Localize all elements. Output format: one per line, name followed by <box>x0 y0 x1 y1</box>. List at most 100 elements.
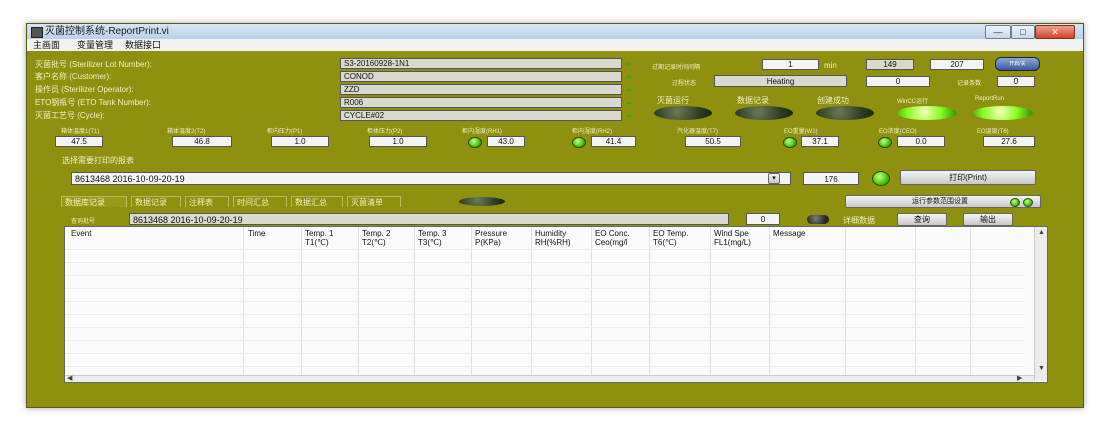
row-divider <box>65 249 1025 250</box>
minimize-icon[interactable]: — <box>985 25 1011 39</box>
field-marker <box>627 63 631 65</box>
row-divider <box>65 288 1025 289</box>
app-window: 灭菌控制系统-ReportPrint.vi — □ ✕ 主画面 变量管理 数据接… <box>26 23 1084 408</box>
maximize-icon[interactable]: □ <box>1011 25 1035 39</box>
close-icon[interactable]: ✕ <box>1035 25 1075 39</box>
tank-field[interactable]: R006 <box>340 97 622 108</box>
tab-strip: 数据库记录 数据记录 注释表 时间汇总 数据汇总 灭菌清单 <box>61 196 481 208</box>
lot-field[interactable]: S3-20160928-1N1 <box>340 58 622 69</box>
scroll-down-icon[interactable]: ▼ <box>1038 365 1045 372</box>
reading-value-t1: 47.5 <box>55 136 103 147</box>
menu-main[interactable]: 主画面 <box>33 39 60 51</box>
window-title: 灭菌控制系统-ReportPrint.vi <box>45 26 169 37</box>
reading-value-w1: 37.1 <box>801 136 839 147</box>
data-record-indicator <box>735 106 793 120</box>
operator-label: 操作员 (Sterilizer Operator): <box>35 85 134 94</box>
field-marker <box>627 89 631 91</box>
tab-data-record[interactable]: 数据记录 <box>131 196 181 207</box>
reading-value-t2: 46.8 <box>172 136 232 147</box>
tab-time-summary[interactable]: 时间汇总 <box>233 196 287 207</box>
customer-label: 客户名称 (Customer): <box>35 72 112 81</box>
reading-label-p2: 柜体压力(P2) <box>367 129 403 135</box>
tank-label: ETO钢瓶号 (ETO Tank Number): <box>35 98 152 107</box>
created-indicator <box>816 106 874 120</box>
export-button[interactable]: 输出 <box>963 213 1013 226</box>
query-toggle[interactable] <box>807 215 829 224</box>
status-field: Heating <box>714 75 847 87</box>
vertical-scrollbar[interactable]: ▲ ▼ <box>1034 227 1047 381</box>
customer-field[interactable]: CONOD <box>340 71 622 82</box>
row-divider <box>65 275 1025 276</box>
w1-status-led <box>783 137 797 148</box>
report-select[interactable]: 8613468 2016-10-09-20-19 <box>71 172 791 185</box>
col-wind-speed: Wind Spe FL1(mg/L) <box>714 229 751 247</box>
tab-notes[interactable]: 注释表 <box>185 196 229 207</box>
menu-data-interface[interactable]: 数据接口 <box>125 39 161 51</box>
menu-variables[interactable]: 变量管理 <box>77 39 113 51</box>
ceo-status-led <box>878 137 892 148</box>
range-led-1 <box>1010 198 1020 207</box>
rh2-status-led <box>572 137 586 148</box>
scroll-left-icon[interactable]: ◀ <box>67 375 72 382</box>
cycle-label: 灭菌工艺号 (Cycle): <box>35 111 105 120</box>
col-humidity: Humidity RH(%RH) <box>535 229 571 247</box>
query-field[interactable]: 8613468 2016-10-09-20-19 <box>129 213 729 225</box>
detail-label: 详细数据 <box>843 216 875 225</box>
col-message: Message <box>773 229 806 238</box>
col-eo-conc: EO Conc. Ceo(mg/l <box>595 229 630 247</box>
row-divider <box>65 327 1025 328</box>
reading-label-t1: 箱体温度1(T1) <box>61 129 100 135</box>
cycle-field[interactable]: CYCLE#02 <box>340 110 622 121</box>
tab-database-record[interactable]: 数据库记录 <box>61 196 127 207</box>
col-eo-temp: EO Temp. T6(℃) <box>653 229 689 247</box>
menu-bar: 主画面 变量管理 数据接口 <box>27 39 1083 51</box>
tab-data-summary[interactable]: 数据汇总 <box>291 196 343 207</box>
record-label: 记录条数 <box>957 81 982 87</box>
field-marker <box>627 102 631 104</box>
sterilizing-indicator <box>654 106 712 120</box>
reading-value-rh1: 43.0 <box>487 136 525 147</box>
query-button[interactable]: 查询 <box>897 213 947 226</box>
col-temp3: Temp. 3 T3(℃) <box>418 229 447 247</box>
reading-value-ceo: 0.0 <box>897 136 945 147</box>
lot-label: 灭菌批号 (Sterilizer Lot Number): <box>35 60 152 69</box>
col-temp1: Temp. 1 T1(℃) <box>305 229 334 247</box>
record-field: 0 <box>997 76 1035 87</box>
reading-label-t6: EO温度(T6) <box>977 129 1009 135</box>
query-num-field: 0 <box>746 213 780 225</box>
horizontal-scrollbar[interactable]: ◀ ▶ <box>65 375 1034 382</box>
reading-label-rh2: 柜内湿度(RH2) <box>572 129 612 135</box>
tab-sterilization-list[interactable]: 灭菌清单 <box>347 196 401 207</box>
scroll-right-icon[interactable]: ▶ <box>1017 375 1022 382</box>
wincc-label: WinCC运行 <box>897 99 928 105</box>
field-marker <box>627 115 631 117</box>
interval-field[interactable]: 1 <box>762 59 819 70</box>
title-bar: 灭菌控制系统-ReportPrint.vi — □ ✕ <box>27 24 1083 39</box>
operator-field[interactable]: ZZD <box>340 84 622 95</box>
field-marker <box>627 76 631 78</box>
count-b-field: 207 <box>930 59 984 70</box>
report-indicator <box>973 106 1033 120</box>
interval-label: 过期记录时间间隔 <box>652 65 701 71</box>
reading-label-ceo: EO浓度(CEO) <box>879 129 917 135</box>
row-divider <box>65 301 1025 302</box>
report-select-label: 选择需要打印的报表 <box>62 156 134 165</box>
scroll-up-icon[interactable]: ▲ <box>1038 229 1045 236</box>
col-temp2: Temp. 2 T2(℃) <box>362 229 391 247</box>
data-table[interactable]: Event Time Temp. 1 T1(℃) Temp. 2 T2(℃) T… <box>64 226 1048 383</box>
on-off-toggle[interactable]: 开启/关 <box>995 57 1040 71</box>
report-ready-led <box>872 171 890 186</box>
col-time: Time <box>248 229 266 238</box>
reading-label-rh1: 柜内湿度(RH1) <box>462 129 502 135</box>
reading-label-t7: 汽化器温度(T7) <box>677 129 718 135</box>
reading-label-t2: 箱体温度2(T2) <box>167 129 206 135</box>
reading-value-p1: 1.0 <box>271 136 329 147</box>
reading-value-rh2: 41.4 <box>591 136 636 147</box>
report-label: ReportRun <box>975 96 1005 102</box>
query-label: 查询批号 <box>71 219 96 225</box>
dropdown-arrow-icon[interactable]: ▾ <box>768 173 780 184</box>
print-button[interactable]: 打印(Print) <box>900 170 1036 185</box>
app-icon <box>31 27 43 38</box>
sterilizing-label: 灭菌运行 <box>657 96 689 105</box>
created-label: 创建成功 <box>817 96 849 105</box>
